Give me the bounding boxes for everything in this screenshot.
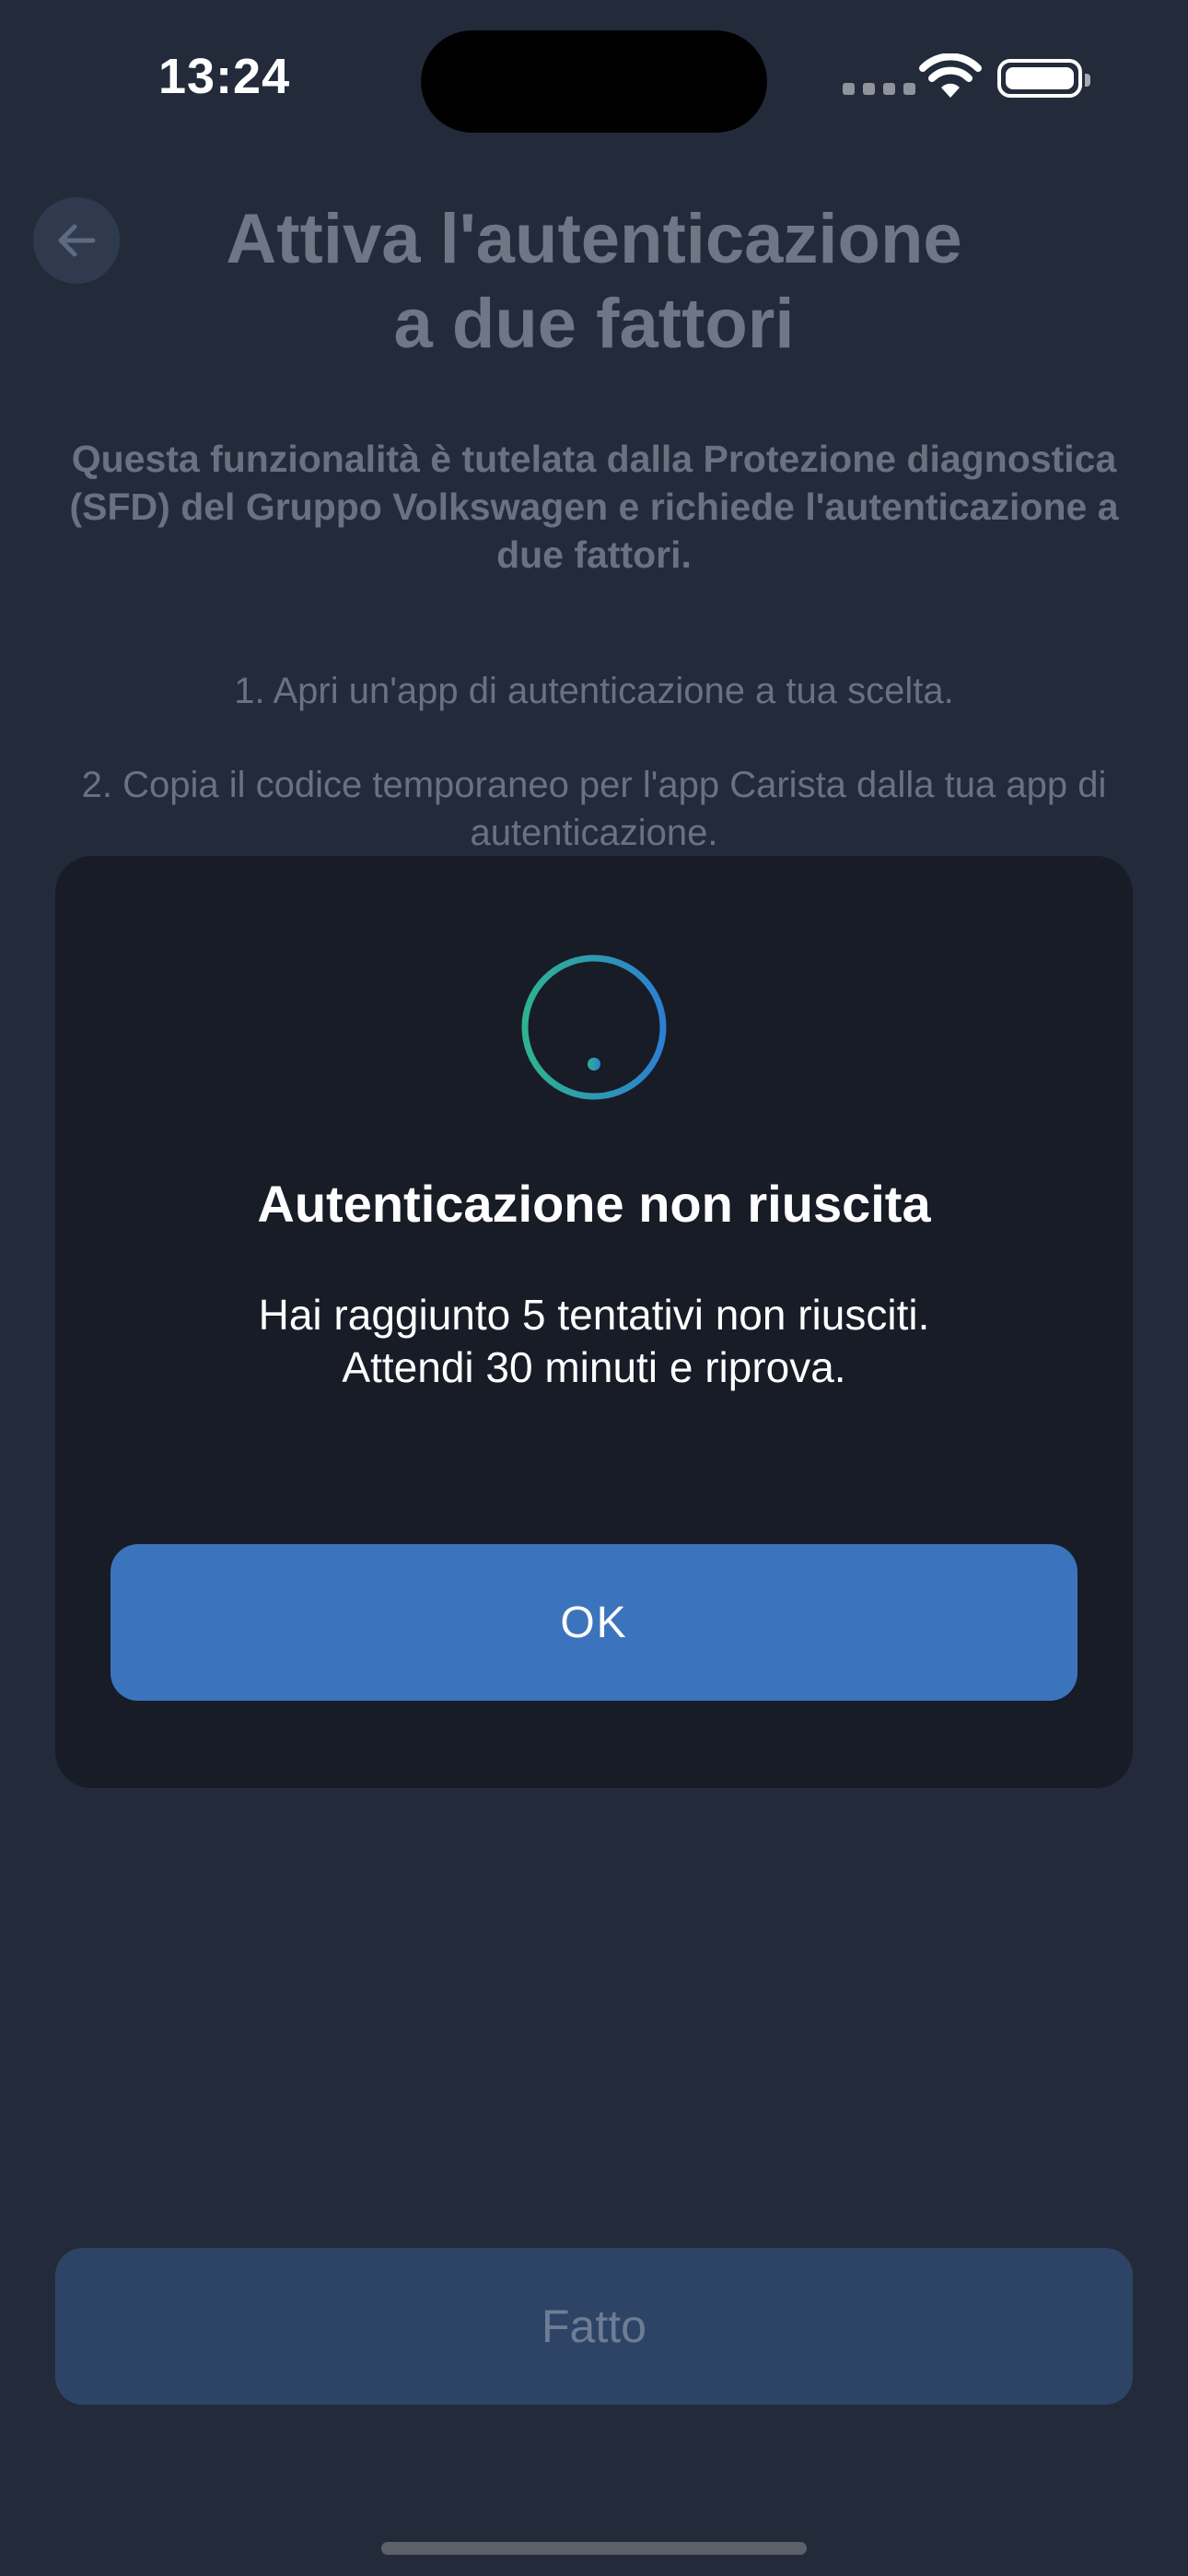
home-indicator[interactable] bbox=[381, 2542, 807, 2555]
ok-button[interactable]: OK bbox=[111, 1544, 1077, 1701]
page-title: Attiva l'autenticazione a due fattori bbox=[138, 197, 1050, 367]
status-bar: 13:24 bbox=[0, 0, 1188, 166]
battery-icon bbox=[997, 59, 1090, 98]
page-title-line-2: a due fattori bbox=[393, 285, 795, 363]
page-title-line-1: Attiva l'autenticazione bbox=[226, 200, 962, 278]
wifi-icon bbox=[919, 53, 982, 98]
arrow-left-icon bbox=[58, 224, 96, 257]
step-1-text: 1. Apri un'app di autenticazione a tua s… bbox=[234, 671, 954, 711]
exclamation-circle-icon bbox=[521, 954, 667, 1100]
dynamic-island bbox=[421, 30, 767, 133]
status-time: 13:24 bbox=[158, 49, 291, 104]
dialog-title: Autenticazione non riuscita bbox=[257, 1175, 931, 1233]
error-dialog: Autenticazione non riuscita Hai raggiunt… bbox=[55, 856, 1133, 1788]
done-button[interactable]: Fatto bbox=[55, 2248, 1133, 2405]
intro-text: Questa funzionalità è tutelata dalla Pro… bbox=[69, 438, 1119, 576]
step-2-text: 2. Copia il codice temporaneo per l'app … bbox=[81, 765, 1107, 853]
dialog-message-line-1: Hai raggiunto 5 tentativi non riusciti. bbox=[258, 1291, 930, 1339]
back-button[interactable] bbox=[33, 197, 120, 284]
dialog-message-line-2: Attendi 30 minuti e riprova. bbox=[342, 1343, 846, 1391]
dialog-message: Hai raggiunto 5 tentativi non riusciti. … bbox=[111, 1289, 1077, 1394]
cellular-signal-icon bbox=[843, 83, 915, 95]
